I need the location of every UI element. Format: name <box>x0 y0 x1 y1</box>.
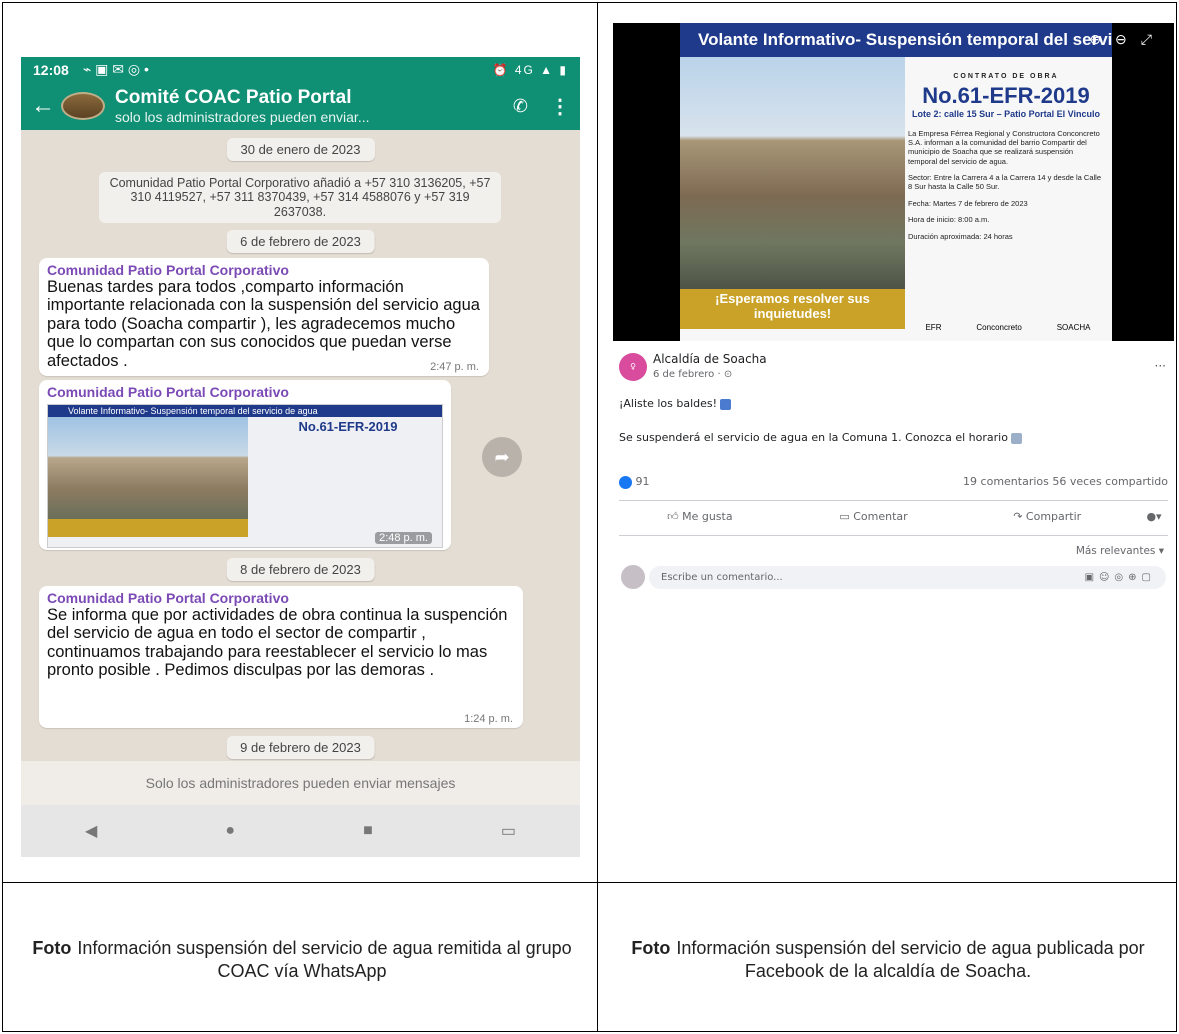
clock-emoji-icon <box>1010 432 1022 444</box>
message-bubble[interactable]: Comunidad Patio Portal Corporativo Buena… <box>39 258 489 376</box>
flyer-image-thumbnail[interactable]: Volante Informativo- Suspensión temporal… <box>47 404 443 548</box>
thumb-details: No.61-EFR-2019 <box>258 419 438 434</box>
flyer-sector: Sector: Entre la Carrera 4 a la Carrera … <box>908 173 1102 192</box>
nav-recents-icon[interactable]: ■ <box>363 822 373 840</box>
status-bar: 12:08 ⌁ ▣ ✉ ◎ • ⏰ 4G ▲ ▮ <box>21 57 580 82</box>
nav-home-icon[interactable]: ● <box>225 822 235 840</box>
flyer-logos: EFR Conconcreto SOACHA <box>908 316 1108 338</box>
post-text-line2: Se suspenderá el servicio de agua en la … <box>619 431 1022 444</box>
flyer-duracion: Duración aproximada: 24 horas <box>908 231 1013 241</box>
page-avatar[interactable]: ♀ <box>619 353 647 381</box>
flyer-yellow-box: ¡Esperamos resolver sus inquietudes! <box>680 289 905 329</box>
bucket-emoji-icon <box>720 398 732 410</box>
comment-button[interactable]: ▭ Comentar <box>787 510 961 523</box>
user-avatar <box>621 565 645 589</box>
message-time: 2:48 p. m. <box>375 532 432 544</box>
divider <box>619 500 1168 501</box>
thumb-yellow-strip <box>48 519 248 537</box>
post-options-icon[interactable]: ··· <box>1155 359 1166 373</box>
comment-icon: ▭ <box>839 510 854 523</box>
notification-icons: ⌁ ▣ ✉ ◎ • <box>82 61 149 77</box>
date-separator: 6 de febrero de 2023 <box>226 230 375 253</box>
group-subtitle: solo los administradores pueden enviar..… <box>115 108 370 125</box>
zoom-controls[interactable]: ⊕⊖⤢ <box>1089 31 1166 48</box>
admin-only-notice: Solo los administradores pueden enviar m… <box>21 761 580 805</box>
flyer-contrato: CONTRATO DE OBRA <box>953 73 1059 80</box>
comment-input-icons[interactable]: ▣☺◎⊕▢ <box>1085 566 1156 589</box>
message-time: 2:47 p. m. <box>430 361 479 373</box>
image-message-bubble[interactable]: Comunidad Patio Portal Corporativo Volan… <box>39 380 451 550</box>
flyer-hora: Hora de inicio: 8:00 a.m. <box>908 215 990 225</box>
chat-header: ← Comité COAC Patio Portal solo los admi… <box>21 82 580 130</box>
flyer-intro: La Empresa Férrea Regional y Constructor… <box>908 128 1100 166</box>
page-name[interactable]: Alcaldía de Soacha <box>653 352 767 366</box>
flyer: Volante Informativo- Suspensión temporal… <box>680 23 1112 341</box>
post-date[interactable]: 6 de febrero · ⊙ <box>653 369 732 380</box>
message-text: Buenas tardes para todos ,comparto infor… <box>47 278 480 370</box>
share-icon: ↷ <box>1013 510 1026 523</box>
soacha-logo: SOACHA <box>1056 322 1091 332</box>
reaction-count[interactable]: 91 <box>619 475 650 489</box>
caption-text: Información suspensión del servicio de a… <box>676 938 1145 982</box>
date-separator: 9 de febrero de 2023 <box>226 736 375 759</box>
back-arrow-icon[interactable]: ← <box>31 92 55 120</box>
thumbs-up-icon: 👍︎ <box>667 510 683 523</box>
comment-sort[interactable]: Más relevantes ▾ <box>1076 545 1164 557</box>
facebook-post-image[interactable]: Volante Informativo- Suspensión temporal… <box>613 23 1174 341</box>
message-text: Se informa que por actividades de obra c… <box>47 606 508 680</box>
flyer-number: No.61-EFR-2019 <box>922 82 1090 108</box>
like-reaction-icon <box>619 475 632 489</box>
thumb-building-photo <box>48 417 248 519</box>
post-text-line1: ¡Aliste los baldes! <box>619 397 732 410</box>
thumb-banner: Volante Informativo- Suspensión temporal… <box>48 405 442 417</box>
caption-right: Foto Información suspensión del servicio … <box>610 937 1166 984</box>
comment-input[interactable]: Escribe un comentario... ▣☺◎⊕▢ <box>649 566 1166 589</box>
react-as-button[interactable]: ●▾ <box>1134 510 1174 523</box>
more-options-icon[interactable]: ⋮ <box>550 94 570 119</box>
message-time: 1:24 p. m. <box>464 713 513 725</box>
flyer-building-photo <box>680 57 905 289</box>
flyer-fecha: Fecha: Martes 7 de febrero de 2023 <box>908 198 1028 208</box>
caption-left: Foto Información suspensión del servicio … <box>22 937 582 984</box>
caption-text: Información suspensión del servicio de a… <box>77 938 572 982</box>
flyer-lote: Lote 2: calle 15 Sur – Patio Portal El V… <box>912 109 1100 120</box>
date-separator: 30 de enero de 2023 <box>226 138 375 161</box>
system-message: Comunidad Patio Portal Corporativo añadi… <box>99 172 501 224</box>
keyboard-icon[interactable]: ▭ <box>501 821 516 841</box>
status-time: 12:08 <box>33 61 69 78</box>
thumb-number: No.61-EFR-2019 <box>298 419 398 434</box>
message-sender: Comunidad Patio Portal Corporativo <box>47 384 289 400</box>
conconcreto-logo: Conconcreto <box>976 322 1022 332</box>
android-nav-bar: ◀ ● ■ ▭ <box>21 805 580 857</box>
nav-back-icon[interactable]: ◀ <box>85 821 97 841</box>
call-icon[interactable]: ✆ <box>513 96 528 117</box>
forward-icon[interactable]: ➦ <box>482 437 522 477</box>
chat-title-block[interactable]: Comité COAC Patio Portal solo los admini… <box>115 87 513 125</box>
status-icons: ⏰ 4G ▲ ▮ <box>492 62 568 77</box>
flyer-details: CONTRATO DE OBRA No.61-EFR-2019 Lote 2: … <box>908 73 1104 248</box>
date-separator: 8 de febrero de 2023 <box>226 558 375 581</box>
post-actions: 👍︎ Me gusta ▭ Comentar ↷ Compartir ●▾ <box>613 510 1174 523</box>
share-button[interactable]: ↷ Compartir <box>960 510 1134 523</box>
message-bubble[interactable]: Comunidad Patio Portal Corporativo Se in… <box>39 586 523 728</box>
group-name: Comité COAC Patio Portal <box>115 87 352 109</box>
caption-label: Foto <box>631 938 671 958</box>
flyer-banner: Volante Informativo- Suspensión temporal… <box>680 23 1112 57</box>
whatsapp-screenshot: 12:08 ⌁ ▣ ✉ ◎ • ⏰ 4G ▲ ▮ ← Comité COAC P… <box>21 57 580 857</box>
efr-logo: EFR <box>925 322 942 332</box>
like-button[interactable]: 👍︎ Me gusta <box>613 510 787 523</box>
message-sender: Comunidad Patio Portal Corporativo <box>47 590 289 606</box>
group-avatar[interactable] <box>61 92 105 120</box>
caption-label: Foto <box>32 938 72 958</box>
comment-share-counts[interactable]: 19 comentarios 56 veces compartido <box>963 475 1168 488</box>
message-sender: Comunidad Patio Portal Corporativo <box>47 262 289 278</box>
divider <box>619 535 1168 536</box>
